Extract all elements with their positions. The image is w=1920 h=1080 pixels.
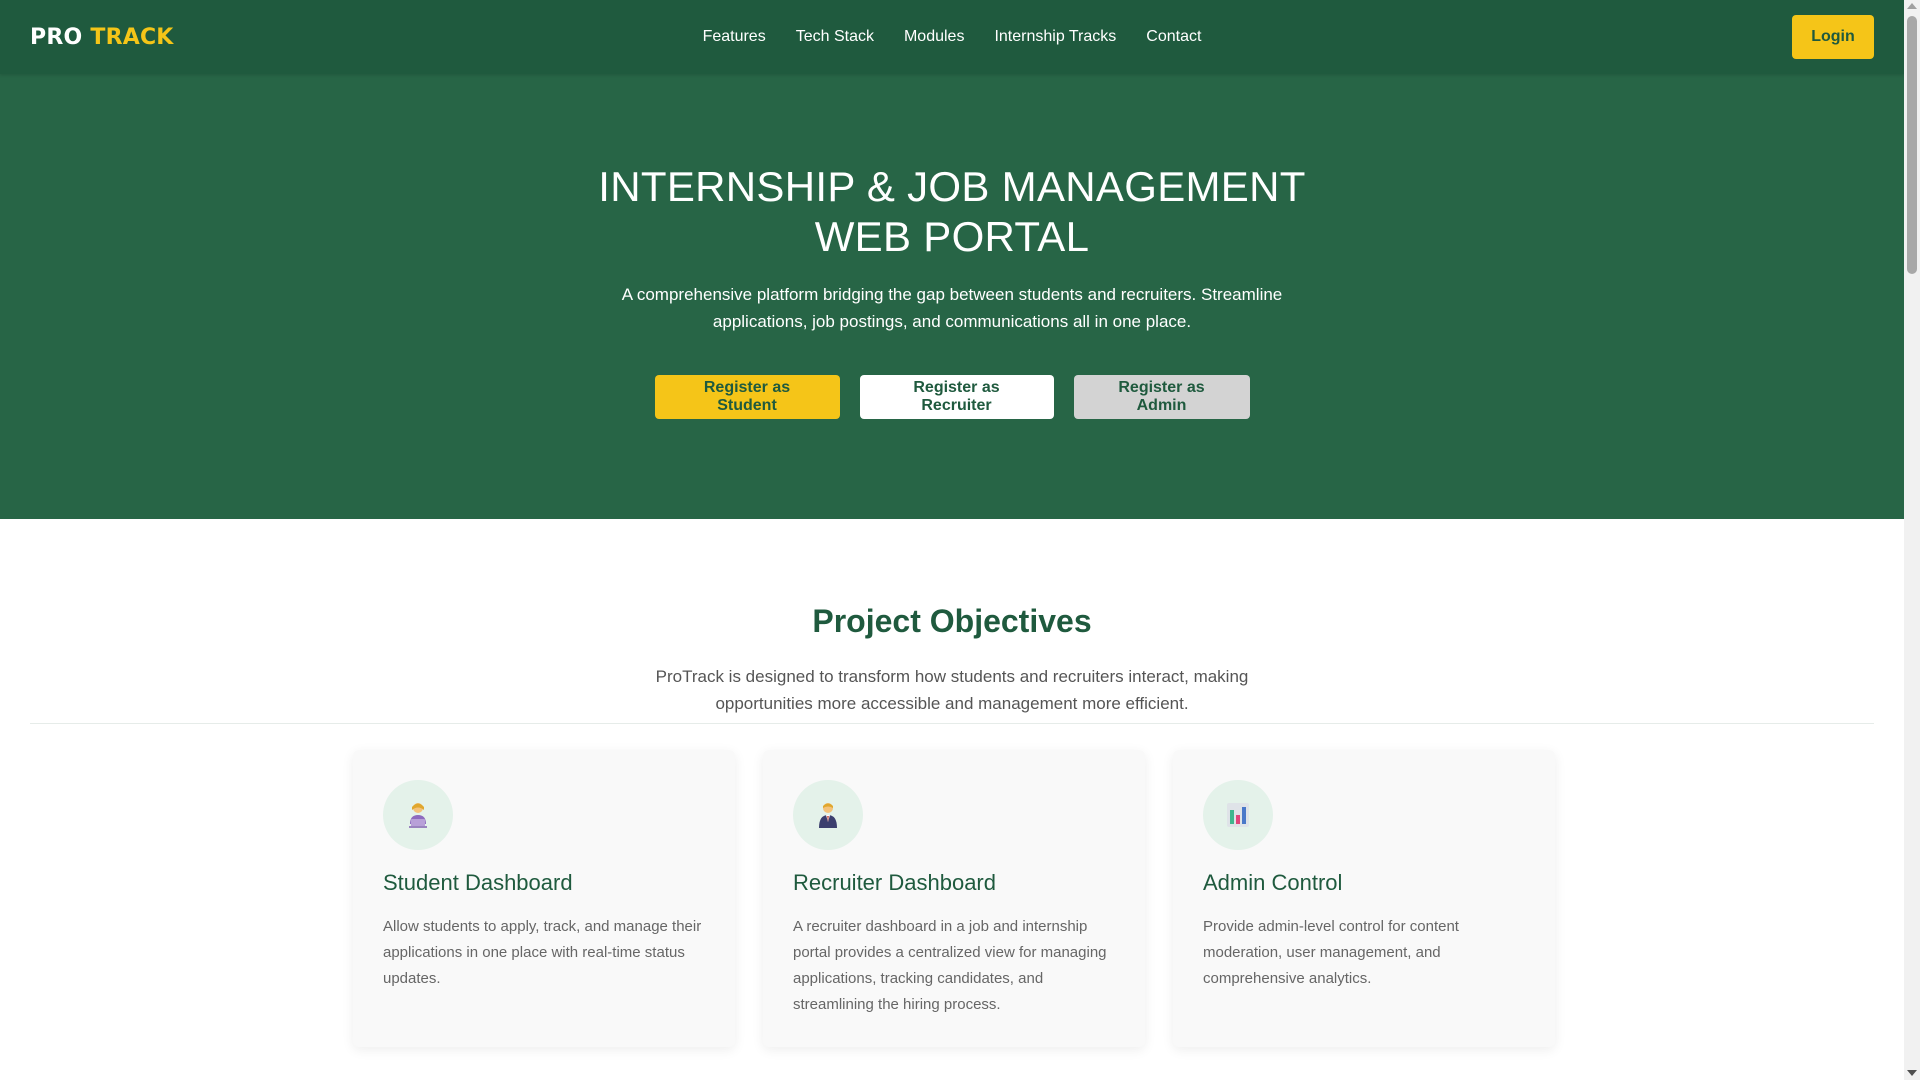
bar-chart-icon — [1203, 780, 1273, 850]
objectives-section: Project Objectives ProTrack is designed … — [0, 519, 1904, 1080]
student-at-laptop-icon — [383, 780, 453, 850]
login-button[interactable]: Login — [1792, 15, 1874, 59]
nav-link-contact[interactable]: Contact — [1146, 28, 1201, 46]
objectives-title: Project Objectives — [812, 603, 1092, 639]
nav-link-features[interactable]: Features — [703, 28, 766, 46]
scrollbar-thumb[interactable] — [1907, 16, 1917, 274]
scroll-up-arrow-icon[interactable] — [1907, 3, 1917, 9]
card-recruiter-dashboard: Recruiter Dashboard A recruiter dashboar… — [763, 750, 1145, 1047]
objectives-subtitle: ProTrack is designed to transform how st… — [655, 667, 1249, 713]
top-navbar: PRO TRACK Features Tech Stack Modules Int… — [0, 0, 1904, 74]
page: PRO TRACK Features Tech Stack Modules Int… — [0, 0, 1904, 1080]
card-title-student-dashboard: Student Dashboard — [383, 870, 573, 895]
card-desc-student-dashboard: Allow students to apply, track, and mana… — [383, 918, 702, 987]
hero-button-group: Register as Student Register as Recruite… — [0, 375, 1904, 419]
logo-text-pro: PRO — [30, 24, 83, 50]
hero-subtitle: A comprehensive platform bridging the ga… — [621, 285, 1283, 331]
register-student-button[interactable]: Register as Student — [654, 375, 840, 419]
logo-text-track: TRACK — [90, 24, 174, 50]
register-recruiter-button[interactable]: Register as Recruiter — [859, 375, 1054, 419]
register-admin-button[interactable]: Register as Admin — [1073, 375, 1250, 419]
card-desc-recruiter-dashboard: A recruiter dashboard in a job and inter… — [793, 918, 1107, 1013]
brand-logo[interactable]: PRO TRACK — [30, 25, 174, 50]
card-desc-admin-control: Provide admin-level control for content … — [1203, 918, 1459, 987]
card-student-dashboard: Student Dashboard Allow students to appl… — [353, 750, 735, 1047]
card-admin-control: Admin Control Provide admin-level contro… — [1173, 750, 1555, 1047]
hero-section: INTERNSHIP & JOB MANAGEMENT WEB PORTAL A… — [0, 74, 1904, 519]
recruiter-in-suit-icon — [793, 780, 863, 850]
nav-link-modules[interactable]: Modules — [904, 28, 964, 46]
card-title-admin-control: Admin Control — [1203, 870, 1343, 895]
hero-title: INTERNSHIP & JOB MANAGEMENT WEB PORTAL — [598, 163, 1306, 260]
scroll-down-arrow-icon[interactable] — [1907, 1070, 1917, 1076]
objective-cards: Student Dashboard Allow students to appl… — [353, 750, 1555, 1047]
section-divider — [30, 723, 1874, 724]
nav-link-tech-stack[interactable]: Tech Stack — [796, 28, 874, 46]
card-title-recruiter-dashboard: Recruiter Dashboard — [793, 870, 996, 895]
main-nav: Features Tech Stack Modules Internship T… — [0, 0, 1904, 74]
nav-link-internship-tracks[interactable]: Internship Tracks — [994, 28, 1116, 46]
vertical-scrollbar[interactable] — [1904, 0, 1920, 1080]
